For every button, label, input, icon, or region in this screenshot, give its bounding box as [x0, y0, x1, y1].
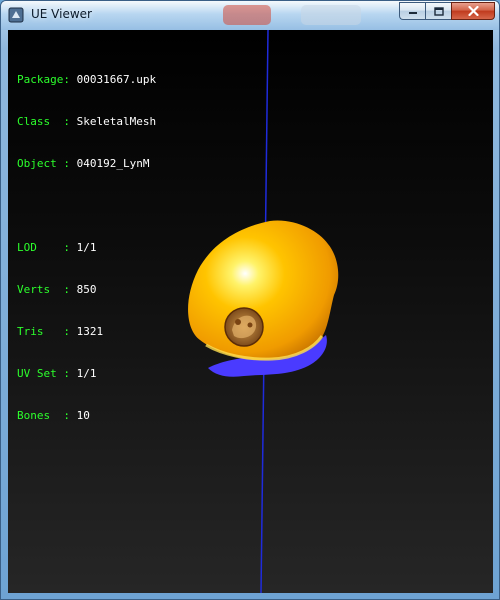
info-label: Bones :	[17, 409, 70, 422]
render-viewport[interactable]: Package: 00031667.upk Class : SkeletalMe…	[8, 30, 493, 593]
close-button[interactable]	[451, 2, 495, 20]
maximize-icon	[433, 6, 444, 16]
info-value: 1/1	[76, 241, 97, 254]
info-row-bones: Bones : 10	[17, 409, 156, 423]
minimize-icon	[408, 12, 417, 14]
info-label: UV Set :	[17, 367, 70, 380]
info-value: 1321	[76, 325, 104, 338]
info-value: 850	[76, 283, 97, 296]
info-value: 1/1	[76, 367, 97, 380]
mesh-info-overlay: Package: 00031667.upk Class : SkeletalMe…	[17, 45, 156, 451]
caption-buttons	[399, 2, 495, 21]
info-row-package: Package: 00031667.upk	[17, 73, 156, 87]
window-title: UE Viewer	[31, 7, 92, 21]
info-value: 00031667.upk	[76, 73, 157, 86]
title-bar[interactable]: UE Viewer	[1, 1, 499, 30]
minimize-button[interactable]	[399, 2, 425, 20]
info-row-lod: LOD : 1/1	[17, 241, 156, 255]
info-label: Package:	[17, 73, 70, 86]
background-blur	[223, 5, 271, 25]
info-row-object: Object : 040192_LynM	[17, 157, 156, 171]
info-label: Tris :	[17, 325, 70, 338]
app-icon	[8, 7, 24, 23]
app-window: UE Viewer Package: 00031667.upk Class: …	[0, 0, 500, 600]
emblem-icon	[224, 307, 264, 347]
info-label: Verts :	[17, 283, 70, 296]
info-label: LOD :	[17, 241, 70, 254]
info-value: 040192_LynM	[76, 157, 150, 170]
info-label: Object :	[17, 157, 70, 170]
background-blur	[301, 5, 361, 25]
info-row-uvset: UV Set : 1/1	[17, 367, 156, 381]
info-row-verts: Verts : 850	[17, 283, 156, 297]
helmet-mesh	[188, 220, 339, 360]
info-row-tris: Tris : 1321	[17, 325, 156, 339]
maximize-button[interactable]	[425, 2, 451, 20]
info-row-class: Class : SkeletalMesh	[17, 115, 156, 129]
info-value: 10	[76, 409, 90, 422]
info-value: SkeletalMesh	[76, 115, 157, 128]
info-label: Class :	[17, 115, 70, 128]
close-icon	[467, 6, 479, 16]
